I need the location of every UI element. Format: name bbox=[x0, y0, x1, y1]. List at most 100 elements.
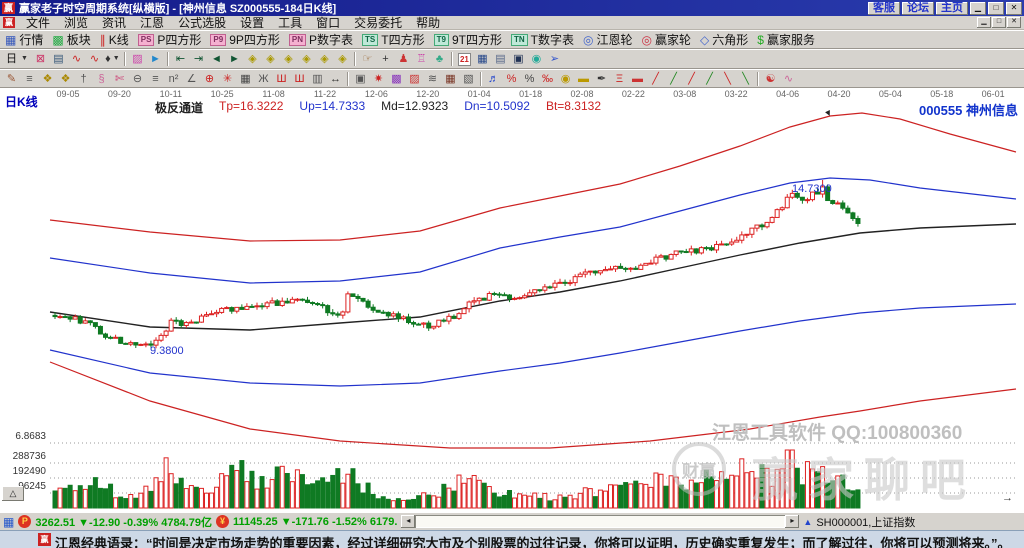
t-number-button[interactable]: TN T数字表 bbox=[509, 31, 576, 48]
angle-up-1-tool[interactable]: ╱ bbox=[647, 71, 664, 87]
mdi-minimize-button[interactable]: ▁ bbox=[977, 17, 991, 28]
restore-button[interactable]: □ bbox=[988, 1, 1004, 15]
scrollbar-track[interactable] bbox=[415, 515, 786, 528]
close-button[interactable]: ✕ bbox=[1006, 1, 1022, 15]
figure-mark-icon[interactable]: ♟ bbox=[395, 51, 412, 67]
expand-volume-button[interactable]: △ bbox=[2, 486, 24, 501]
quote-grid-icon[interactable]: ▦ bbox=[3, 515, 14, 529]
calendar-icon[interactable]: 21 bbox=[456, 51, 473, 67]
percent-tool[interactable]: % bbox=[521, 71, 538, 87]
circle-minus-tool[interactable]: ⊖ bbox=[129, 71, 146, 87]
crosshair-icon[interactable]: + bbox=[377, 51, 394, 67]
ray-star-tool[interactable]: ✳ bbox=[219, 71, 236, 87]
red-percent-tool[interactable]: % bbox=[503, 71, 520, 87]
first-page-icon[interactable]: ⇤ bbox=[172, 51, 189, 67]
gann-diamond-1-icon[interactable]: ◈ bbox=[244, 51, 261, 67]
calculator-icon[interactable]: ▦ bbox=[474, 51, 491, 67]
t-square-button[interactable]: TS T四方形 bbox=[360, 31, 427, 48]
menu-item-5[interactable]: 设置 bbox=[233, 16, 271, 30]
p-square-button[interactable]: PS P四方形 bbox=[136, 31, 204, 48]
menu-item-9[interactable]: 帮助 bbox=[409, 16, 447, 30]
p-number-button[interactable]: PN P数字表 bbox=[287, 31, 355, 48]
red-fence-2-tool[interactable]: Ш bbox=[291, 71, 308, 87]
spiral-tool[interactable]: § bbox=[93, 71, 110, 87]
next-bar-icon[interactable]: ► bbox=[226, 51, 243, 67]
gold-coin-tool[interactable]: ◉ bbox=[557, 71, 574, 87]
tower-yellow-2-tool[interactable]: ❖ bbox=[57, 71, 74, 87]
purple-grid-tool[interactable]: ▩ bbox=[388, 71, 405, 87]
horizontal-scrollbar[interactable]: ◂ ▸ bbox=[401, 515, 800, 528]
clover-icon[interactable]: ♣ bbox=[431, 51, 448, 67]
ink-pen-tool[interactable]: ✒ bbox=[593, 71, 610, 87]
gann-diamond-5-icon[interactable]: ◈ bbox=[316, 51, 333, 67]
pin-box-tool[interactable]: ▣ bbox=[352, 71, 369, 87]
homepage-button[interactable]: 主页 bbox=[936, 1, 968, 15]
n-square-tool[interactable]: n² bbox=[165, 71, 182, 87]
permille-tool[interactable]: ‰ bbox=[539, 71, 556, 87]
scroll-right-hint-icon[interactable]: → bbox=[1002, 492, 1013, 504]
angle-up-2-tool[interactable]: ╱ bbox=[665, 71, 682, 87]
red-rail-tool[interactable]: Ξ bbox=[611, 71, 628, 87]
angle-down-2-tool[interactable]: ╲ bbox=[737, 71, 754, 87]
blocks-icon[interactable]: ▨ bbox=[129, 51, 146, 67]
gann-target-tool[interactable]: ⊕ bbox=[201, 71, 218, 87]
hash-ruler-tool[interactable]: ≡ bbox=[21, 71, 38, 87]
drag-hand-icon[interactable]: ☞ bbox=[359, 51, 376, 67]
sectors-button[interactable]: ▩ 板块 bbox=[50, 31, 92, 48]
book-grid-tool[interactable]: ▥ bbox=[309, 71, 326, 87]
menu-item-6[interactable]: 工具 bbox=[271, 16, 309, 30]
menu-item-2[interactable]: 资讯 bbox=[95, 16, 133, 30]
gann-diamond-4-icon[interactable]: ◈ bbox=[298, 51, 315, 67]
minimize-button[interactable]: ▁ bbox=[970, 1, 986, 15]
ribbon-icon[interactable]: ♖ bbox=[413, 51, 430, 67]
wave-tool[interactable]: ∿ bbox=[780, 71, 797, 87]
piano-ruler-tool[interactable]: ♬ bbox=[485, 71, 502, 87]
red-fence-1-tool[interactable]: Ш bbox=[273, 71, 290, 87]
k-wave-tool[interactable]: Ж bbox=[255, 71, 272, 87]
fan-lines-tool[interactable]: ≋ bbox=[424, 71, 441, 87]
taiji-tool[interactable]: ☯ bbox=[762, 71, 779, 87]
t9-square-button[interactable]: T9 9T四方形 bbox=[432, 31, 504, 48]
comb-tool[interactable]: ≡ bbox=[147, 71, 164, 87]
angle-up-3-tool[interactable]: ╱ bbox=[683, 71, 700, 87]
mdi-close-button[interactable]: ✕ bbox=[1007, 17, 1021, 28]
angle-up-4-tool[interactable]: ╱ bbox=[701, 71, 718, 87]
p9-square-button[interactable]: P9 9P四方形 bbox=[208, 31, 281, 48]
gann-diamond-3-icon[interactable]: ◈ bbox=[280, 51, 297, 67]
save-icon[interactable]: ▣ bbox=[510, 51, 527, 67]
gold-red-bar-tool[interactable]: ▬ bbox=[629, 71, 646, 87]
period-day-button[interactable]: 日 ▼ bbox=[3, 51, 31, 67]
menu-item-1[interactable]: 浏览 bbox=[57, 16, 95, 30]
prev-bar-icon[interactable]: ◄ bbox=[208, 51, 225, 67]
scrollbar-right-icon[interactable]: ▸ bbox=[785, 515, 800, 528]
menu-item-0[interactable]: 文件 bbox=[19, 16, 57, 30]
scale-large-icon[interactable]: ∿ bbox=[86, 51, 103, 67]
mdi-restore-button[interactable]: □ bbox=[992, 17, 1006, 28]
play-flag-icon[interactable]: ► bbox=[147, 51, 164, 67]
pen-tool[interactable]: ✎ bbox=[3, 71, 20, 87]
hexagon-button[interactable]: ◇ 六角形 bbox=[698, 31, 750, 48]
publish-icon[interactable]: ➢ bbox=[546, 51, 563, 67]
customer-service-button[interactable]: 客服 bbox=[868, 1, 900, 15]
tower-yellow-1-tool[interactable]: ❖ bbox=[39, 71, 56, 87]
info-board-icon[interactable]: ▤ bbox=[50, 51, 67, 67]
quotes-button[interactable]: ▦ 行情 bbox=[3, 31, 45, 48]
menu-item-3[interactable]: 江恩 bbox=[133, 16, 171, 30]
last-page-icon[interactable]: ⇥ bbox=[190, 51, 207, 67]
menu-item-4[interactable]: 公式选股 bbox=[171, 16, 233, 30]
candle-width-button[interactable]: ♦ ▼ bbox=[104, 51, 121, 67]
red-rays-tool[interactable]: ✷ bbox=[370, 71, 387, 87]
winner-wheel-button[interactable]: ◎ 赢家轮 bbox=[640, 31, 694, 48]
menu-item-7[interactable]: 窗口 bbox=[309, 16, 347, 30]
scale-small-icon[interactable]: ∿ bbox=[68, 51, 85, 67]
angle-down-1-tool[interactable]: ╲ bbox=[719, 71, 736, 87]
gold-bar-tool[interactable]: ▬ bbox=[575, 71, 592, 87]
kline-display-icon[interactable]: ⊠ bbox=[32, 51, 49, 67]
web-data-icon[interactable]: ◉ bbox=[528, 51, 545, 67]
kline-chart-area[interactable]: 日K线 09-05 09-20 10-11 10-25 11-08 11-22 12-06 1… bbox=[0, 88, 1024, 512]
gann-diamond-6-icon[interactable]: ◈ bbox=[334, 51, 351, 67]
flag-pole-tool[interactable]: † bbox=[75, 71, 92, 87]
dark-book-tool[interactable]: ▦ bbox=[442, 71, 459, 87]
kline-button[interactable]: ∥ K线 bbox=[98, 31, 131, 48]
span-arrows-tool[interactable]: ↔ bbox=[327, 71, 344, 87]
